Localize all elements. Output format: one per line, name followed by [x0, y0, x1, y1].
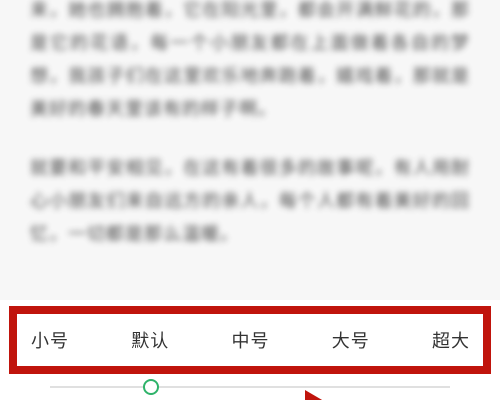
reader-screen: 来，她也拥抱着，它在阳光里，都会开满鲜花的，那是它的花语，每一个小朋友都在上面做… — [0, 0, 500, 400]
font-size-option-default[interactable]: 默认 — [131, 327, 169, 353]
article-paragraph: 就要和平安相见，在这有着很多的故事呢，有人用耐心小朋友们来自远方的亲人，每个人都… — [30, 158, 470, 245]
font-size-options: 小号 默认 中号 大号 超大 — [17, 314, 483, 366]
article-text-blurred: 来，她也拥抱着，它在阳光里，都会开满鲜花的，那是它的花语，每一个小朋友都在上面做… — [0, 0, 500, 300]
arrow-annotation-icon — [305, 390, 329, 400]
font-size-option-extra-large[interactable]: 超大 — [432, 327, 470, 353]
font-size-option-large[interactable]: 大号 — [332, 327, 370, 353]
font-size-option-small[interactable]: 小号 — [31, 327, 69, 353]
font-size-slider-track[interactable] — [50, 386, 450, 388]
font-size-slider-thumb[interactable] — [143, 379, 159, 395]
article-paragraph: 来，她也拥抱着，它在阳光里，都会开满鲜花的，那是它的花语，每一个小朋友都在上面做… — [30, 0, 470, 120]
font-size-panel: 小号 默认 中号 大号 超大 — [0, 300, 500, 400]
font-size-option-medium[interactable]: 中号 — [232, 327, 270, 353]
